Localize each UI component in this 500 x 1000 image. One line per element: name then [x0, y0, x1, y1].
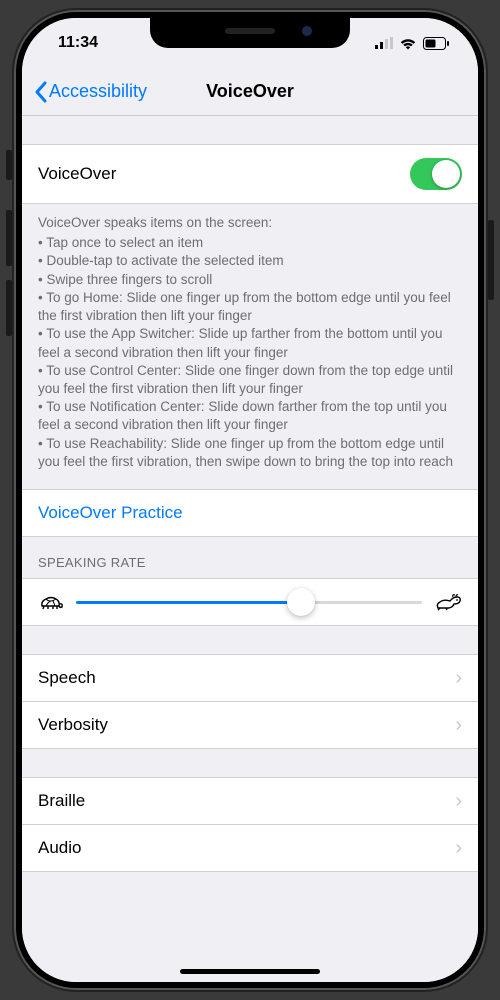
page-title: VoiceOver [206, 81, 294, 102]
home-indicator[interactable] [180, 969, 320, 974]
voiceover-practice-row[interactable]: VoiceOver Practice [22, 489, 478, 537]
desc-bullet: Swipe three fingers to scroll [38, 271, 462, 289]
desc-bullet: To go Home: Slide one finger up from the… [38, 289, 462, 325]
chevron-right-icon: › [455, 791, 462, 811]
verbosity-label: Verbosity [38, 715, 108, 735]
cellular-icon [375, 37, 393, 49]
hare-icon [434, 593, 462, 611]
voiceover-toggle[interactable] [410, 158, 462, 190]
nav-bar: Accessibility VoiceOver [22, 68, 478, 116]
turtle-icon [38, 593, 64, 611]
wifi-icon [399, 37, 417, 50]
back-label: Accessibility [49, 81, 147, 102]
voiceover-toggle-row[interactable]: VoiceOver [22, 144, 478, 204]
battery-icon [423, 37, 450, 50]
speaking-rate-slider[interactable] [76, 601, 422, 604]
speech-label: Speech [38, 668, 96, 688]
chevron-right-icon: › [455, 838, 462, 858]
desc-bullet: Tap once to select an item [38, 234, 462, 252]
desc-bullet: To use Reachability: Slide one finger up… [38, 435, 462, 471]
chevron-right-icon: › [455, 715, 462, 735]
verbosity-row[interactable]: Verbosity › [22, 701, 478, 749]
desc-bullet: To use Control Center: Slide one finger … [38, 362, 462, 398]
speech-row[interactable]: Speech › [22, 654, 478, 701]
phone-frame: 11:34 Accessibility VoiceOver [14, 10, 486, 990]
desc-intro: VoiceOver speaks items on the screen: [38, 214, 462, 232]
status-time: 11:34 [58, 34, 98, 52]
braille-label: Braille [38, 791, 85, 811]
speaking-rate-header: SPEAKING RATE [22, 537, 478, 578]
audio-row[interactable]: Audio › [22, 824, 478, 872]
speaking-rate-row [22, 578, 478, 626]
braille-row[interactable]: Braille › [22, 777, 478, 824]
content-scroll[interactable]: VoiceOver VoiceOver speaks items on the … [22, 116, 478, 982]
chevron-left-icon [34, 81, 47, 103]
notch [150, 18, 350, 48]
screen: 11:34 Accessibility VoiceOver [22, 18, 478, 982]
desc-bullet: To use Notification Center: Slide down f… [38, 398, 462, 434]
chevron-right-icon: › [455, 668, 462, 688]
voiceover-toggle-label: VoiceOver [38, 164, 116, 184]
voiceover-description: VoiceOver speaks items on the screen: Ta… [22, 204, 478, 489]
desc-bullet: To use the App Switcher: Slide up farthe… [38, 325, 462, 361]
desc-bullet: Double-tap to activate the selected item [38, 252, 462, 270]
voiceover-practice-label: VoiceOver Practice [38, 503, 183, 523]
slider-thumb[interactable] [287, 588, 315, 616]
audio-label: Audio [38, 838, 81, 858]
back-button[interactable]: Accessibility [34, 81, 147, 103]
